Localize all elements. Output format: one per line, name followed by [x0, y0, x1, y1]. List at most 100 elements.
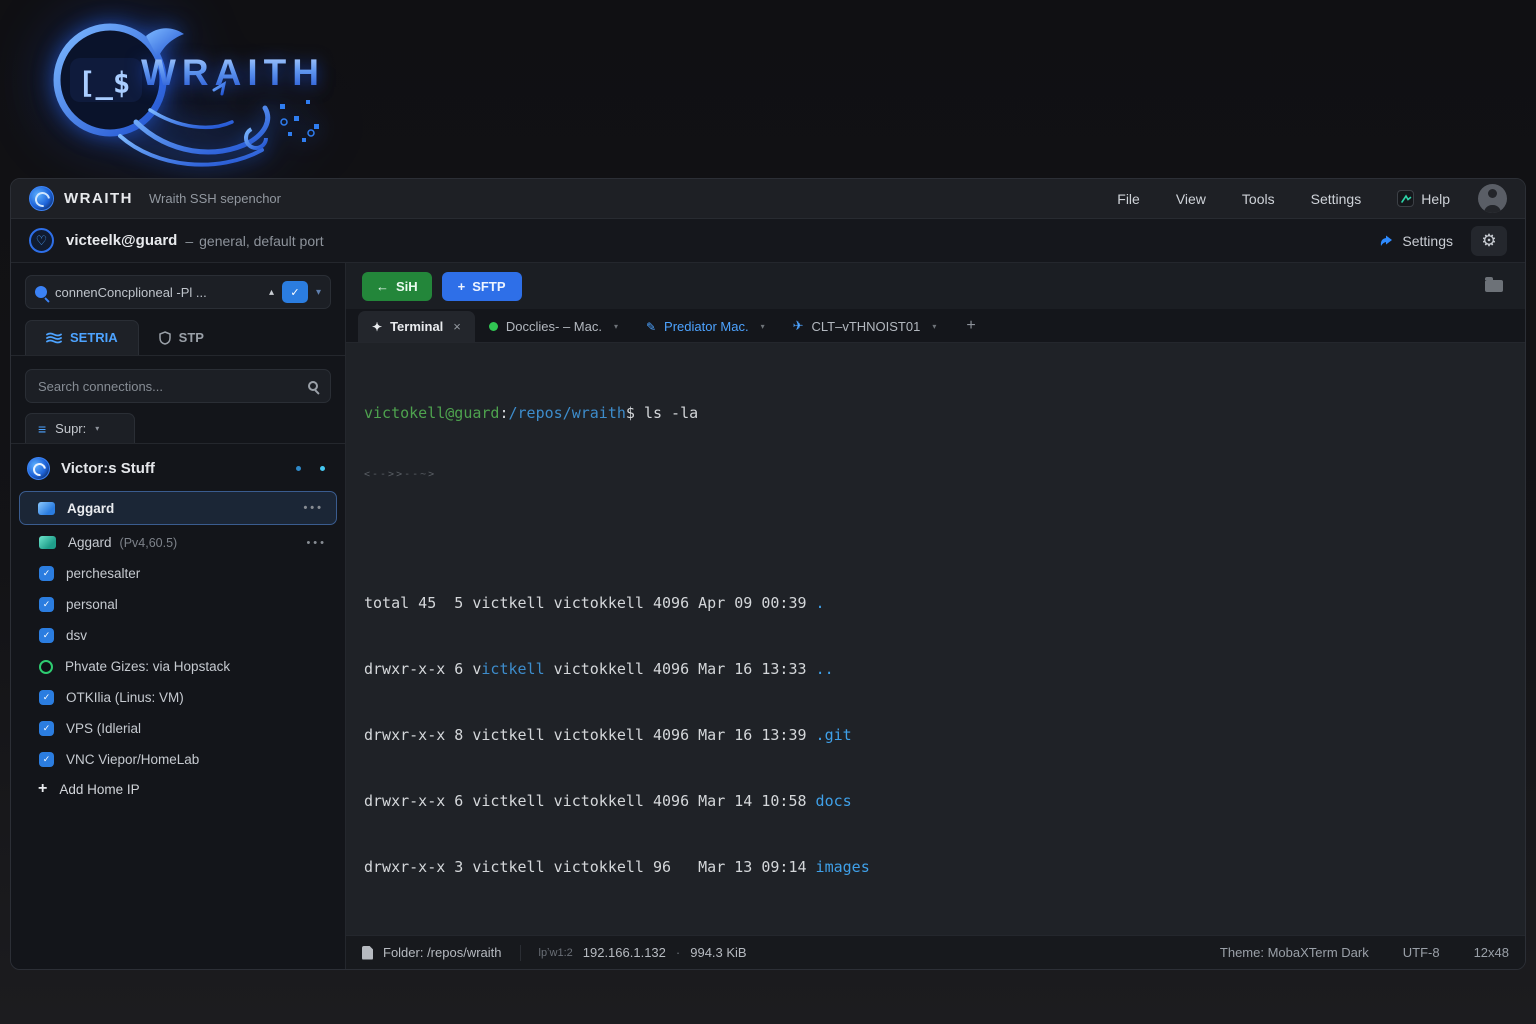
checkbox-icon: ✓	[39, 628, 54, 643]
connection-description: general, default port	[199, 233, 324, 249]
menu-tools[interactable]: Tools	[1242, 191, 1275, 207]
search-icon	[35, 286, 47, 298]
shield-icon	[159, 331, 171, 345]
group-filter-tab[interactable]: ≡ Supr: ▾	[25, 413, 135, 443]
tab-stp[interactable]: STP	[139, 321, 224, 355]
session-controls: ← SiH + SFTP	[346, 263, 1525, 309]
connection-group-header[interactable]: Victor:s Stuff	[11, 444, 345, 490]
terminal-output-line: total 45 5 victkell victokkell 4096 Apr …	[364, 592, 1507, 614]
plus-icon: +	[458, 279, 466, 294]
item-menu-icon[interactable]: •••	[303, 502, 324, 514]
settings-flag-icon	[1379, 234, 1394, 248]
terminal-output-line: drwxr-x-x 3 victkell victokkell 96 Mar 1…	[364, 856, 1507, 878]
flag-icon	[39, 536, 56, 549]
hamburger-icon: ≡	[38, 421, 46, 437]
search-icon	[308, 381, 318, 391]
checkbox-icon: ✓	[39, 690, 54, 705]
tab-terminal[interactable]: ✦ Terminal ×	[358, 311, 475, 342]
arrow-left-icon: ←	[376, 279, 389, 294]
status-ip-label: lpʼw1:2	[539, 947, 573, 959]
list-item-vps[interactable]: ✓ VPS (Idlerial	[11, 713, 345, 744]
folder-icon[interactable]	[1485, 280, 1503, 292]
status-encoding: UTF-8	[1403, 945, 1440, 960]
connection-bar: ♡ victeelk@guard – general, default port…	[11, 219, 1525, 263]
menu-settings[interactable]: Settings	[1311, 191, 1362, 207]
item-menu-icon[interactable]: •••	[306, 537, 327, 549]
pencil-icon: ✎	[646, 320, 656, 334]
list-item-aggard[interactable]: Aggard •••	[19, 491, 337, 525]
list-item-otkilia[interactable]: ✓ OTKIlia (Linus: VM)	[11, 682, 345, 713]
chevron-up-icon[interactable]: ▴	[269, 287, 274, 298]
chevron-down-icon[interactable]: ▾	[932, 322, 936, 331]
divider	[520, 945, 521, 961]
app-title: WRAITH	[64, 190, 133, 207]
terminal-output-line: drwxr-x-x 6 victkell victokkell 4096 Mar…	[364, 790, 1507, 812]
gear-button[interactable]: ⚙	[1471, 226, 1507, 256]
tab-clt[interactable]: ✈ CLT–vTHNOIST01 ▾	[779, 310, 951, 342]
chevron-down-icon[interactable]: ▾	[614, 322, 618, 331]
user-avatar[interactable]	[1478, 184, 1507, 213]
terminal-output-line: drwxr-x-x 8 victkell victokkell 4096 Mar…	[364, 724, 1507, 746]
svg-text:[_$: [_$	[78, 66, 130, 100]
list-item-private-gizes[interactable]: Phvate Gizes: via Hopstack	[11, 651, 345, 682]
new-tab-button[interactable]: +	[966, 317, 975, 342]
connection-user-host: victeelk@guard	[66, 232, 177, 249]
group-tab-row: ≡ Supr: ▾	[11, 409, 345, 444]
terminal-prompt-line: victokell@guard:/repos/wraith$ ls -la	[364, 402, 1507, 424]
terminal-output-line: drwxr-x-x 6 victkell victokkell 4096 Mar…	[364, 658, 1507, 680]
connection-list: Aggard ••• Aggard (Pv4,60.5) ••• ✓ perch…	[11, 490, 345, 969]
dropdown-label: connenConcplioneal -Pl ...	[55, 285, 261, 300]
app-logo-icon	[29, 186, 54, 211]
status-dot	[320, 466, 325, 471]
menubar: WRAITH Wraith SSH sepenchor File View To…	[11, 179, 1525, 219]
menu-file[interactable]: File	[1117, 191, 1140, 207]
sidebar-tabs: SETRIA STP	[11, 320, 345, 356]
status-ip: 192.166.1.132	[583, 945, 666, 960]
plane-icon: ✈	[793, 318, 804, 334]
chevron-down-icon[interactable]: ▾	[761, 322, 765, 331]
close-icon[interactable]: ×	[453, 319, 461, 334]
tab-docclies[interactable]: Docclies- – Mac. ▾	[475, 311, 632, 342]
gear-icon: ⚙	[1481, 231, 1496, 251]
status-grid: 12x48	[1474, 945, 1509, 960]
app-window: WRAITH Wraith SSH sepenchor File View To…	[10, 178, 1526, 970]
star-icon: ✦	[372, 320, 382, 334]
globe-icon	[27, 457, 50, 480]
ssh-button[interactable]: ← SiH	[362, 272, 432, 301]
menu-help[interactable]: Help	[1397, 190, 1450, 207]
check-icon: ✓	[290, 286, 299, 299]
green-ring-icon	[39, 660, 53, 674]
hero-banner: [_$ WRAITH	[0, 0, 1536, 178]
list-item-dsv[interactable]: ✓ dsv	[11, 620, 345, 651]
flag-icon	[38, 502, 55, 515]
status-dot	[296, 466, 301, 471]
connection-badge-icon: ♡	[29, 228, 54, 253]
plus-icon: +	[38, 781, 47, 797]
caret-icon: ▾	[95, 424, 99, 433]
hero-brand-text: WRAITH	[141, 52, 325, 94]
confirm-button[interactable]: ✓	[282, 281, 308, 303]
checkbox-icon: ✓	[39, 752, 54, 767]
menu-view[interactable]: View	[1176, 191, 1206, 207]
tab-prediator[interactable]: ✎ Prediator Mac. ▾	[632, 311, 779, 342]
connection-profile-dropdown[interactable]: connenConcplioneal -Pl ... ▴ ✓ ▾	[25, 275, 331, 309]
connection-settings[interactable]: Settings	[1379, 233, 1453, 249]
search-input[interactable]	[38, 379, 308, 394]
terminal-tabbar: ✦ Terminal × Docclies- – Mac. ▾ ✎ Predia…	[346, 309, 1525, 343]
sftp-button[interactable]: + SFTP	[442, 272, 522, 301]
tab-setria[interactable]: SETRIA	[25, 320, 139, 355]
main-panel: ← SiH + SFTP ✦ Terminal × Docclies- – Ma…	[346, 263, 1525, 969]
sidebar: connenConcplioneal -Pl ... ▴ ✓ ▾ SETRIA	[11, 263, 346, 969]
list-item-aggard-2[interactable]: Aggard (Pv4,60.5) •••	[11, 527, 345, 558]
list-item-perchesalter[interactable]: ✓ perchesalter	[11, 558, 345, 589]
terminal[interactable]: victokell@guard:/repos/wraith$ ls -la <-…	[346, 343, 1525, 935]
list-item-vnc[interactable]: ✓ VNC Viepor/HomeLab	[11, 744, 345, 775]
add-home-ip-button[interactable]: + Add Home IP	[11, 775, 345, 813]
document-icon	[362, 946, 373, 960]
waves-icon	[46, 332, 62, 344]
status-size: 994.3 KiB	[690, 945, 746, 960]
green-status-dot	[489, 322, 498, 331]
chevron-down-icon[interactable]: ▾	[316, 287, 321, 298]
help-icon	[1397, 190, 1414, 207]
list-item-personal[interactable]: ✓ personal	[11, 589, 345, 620]
